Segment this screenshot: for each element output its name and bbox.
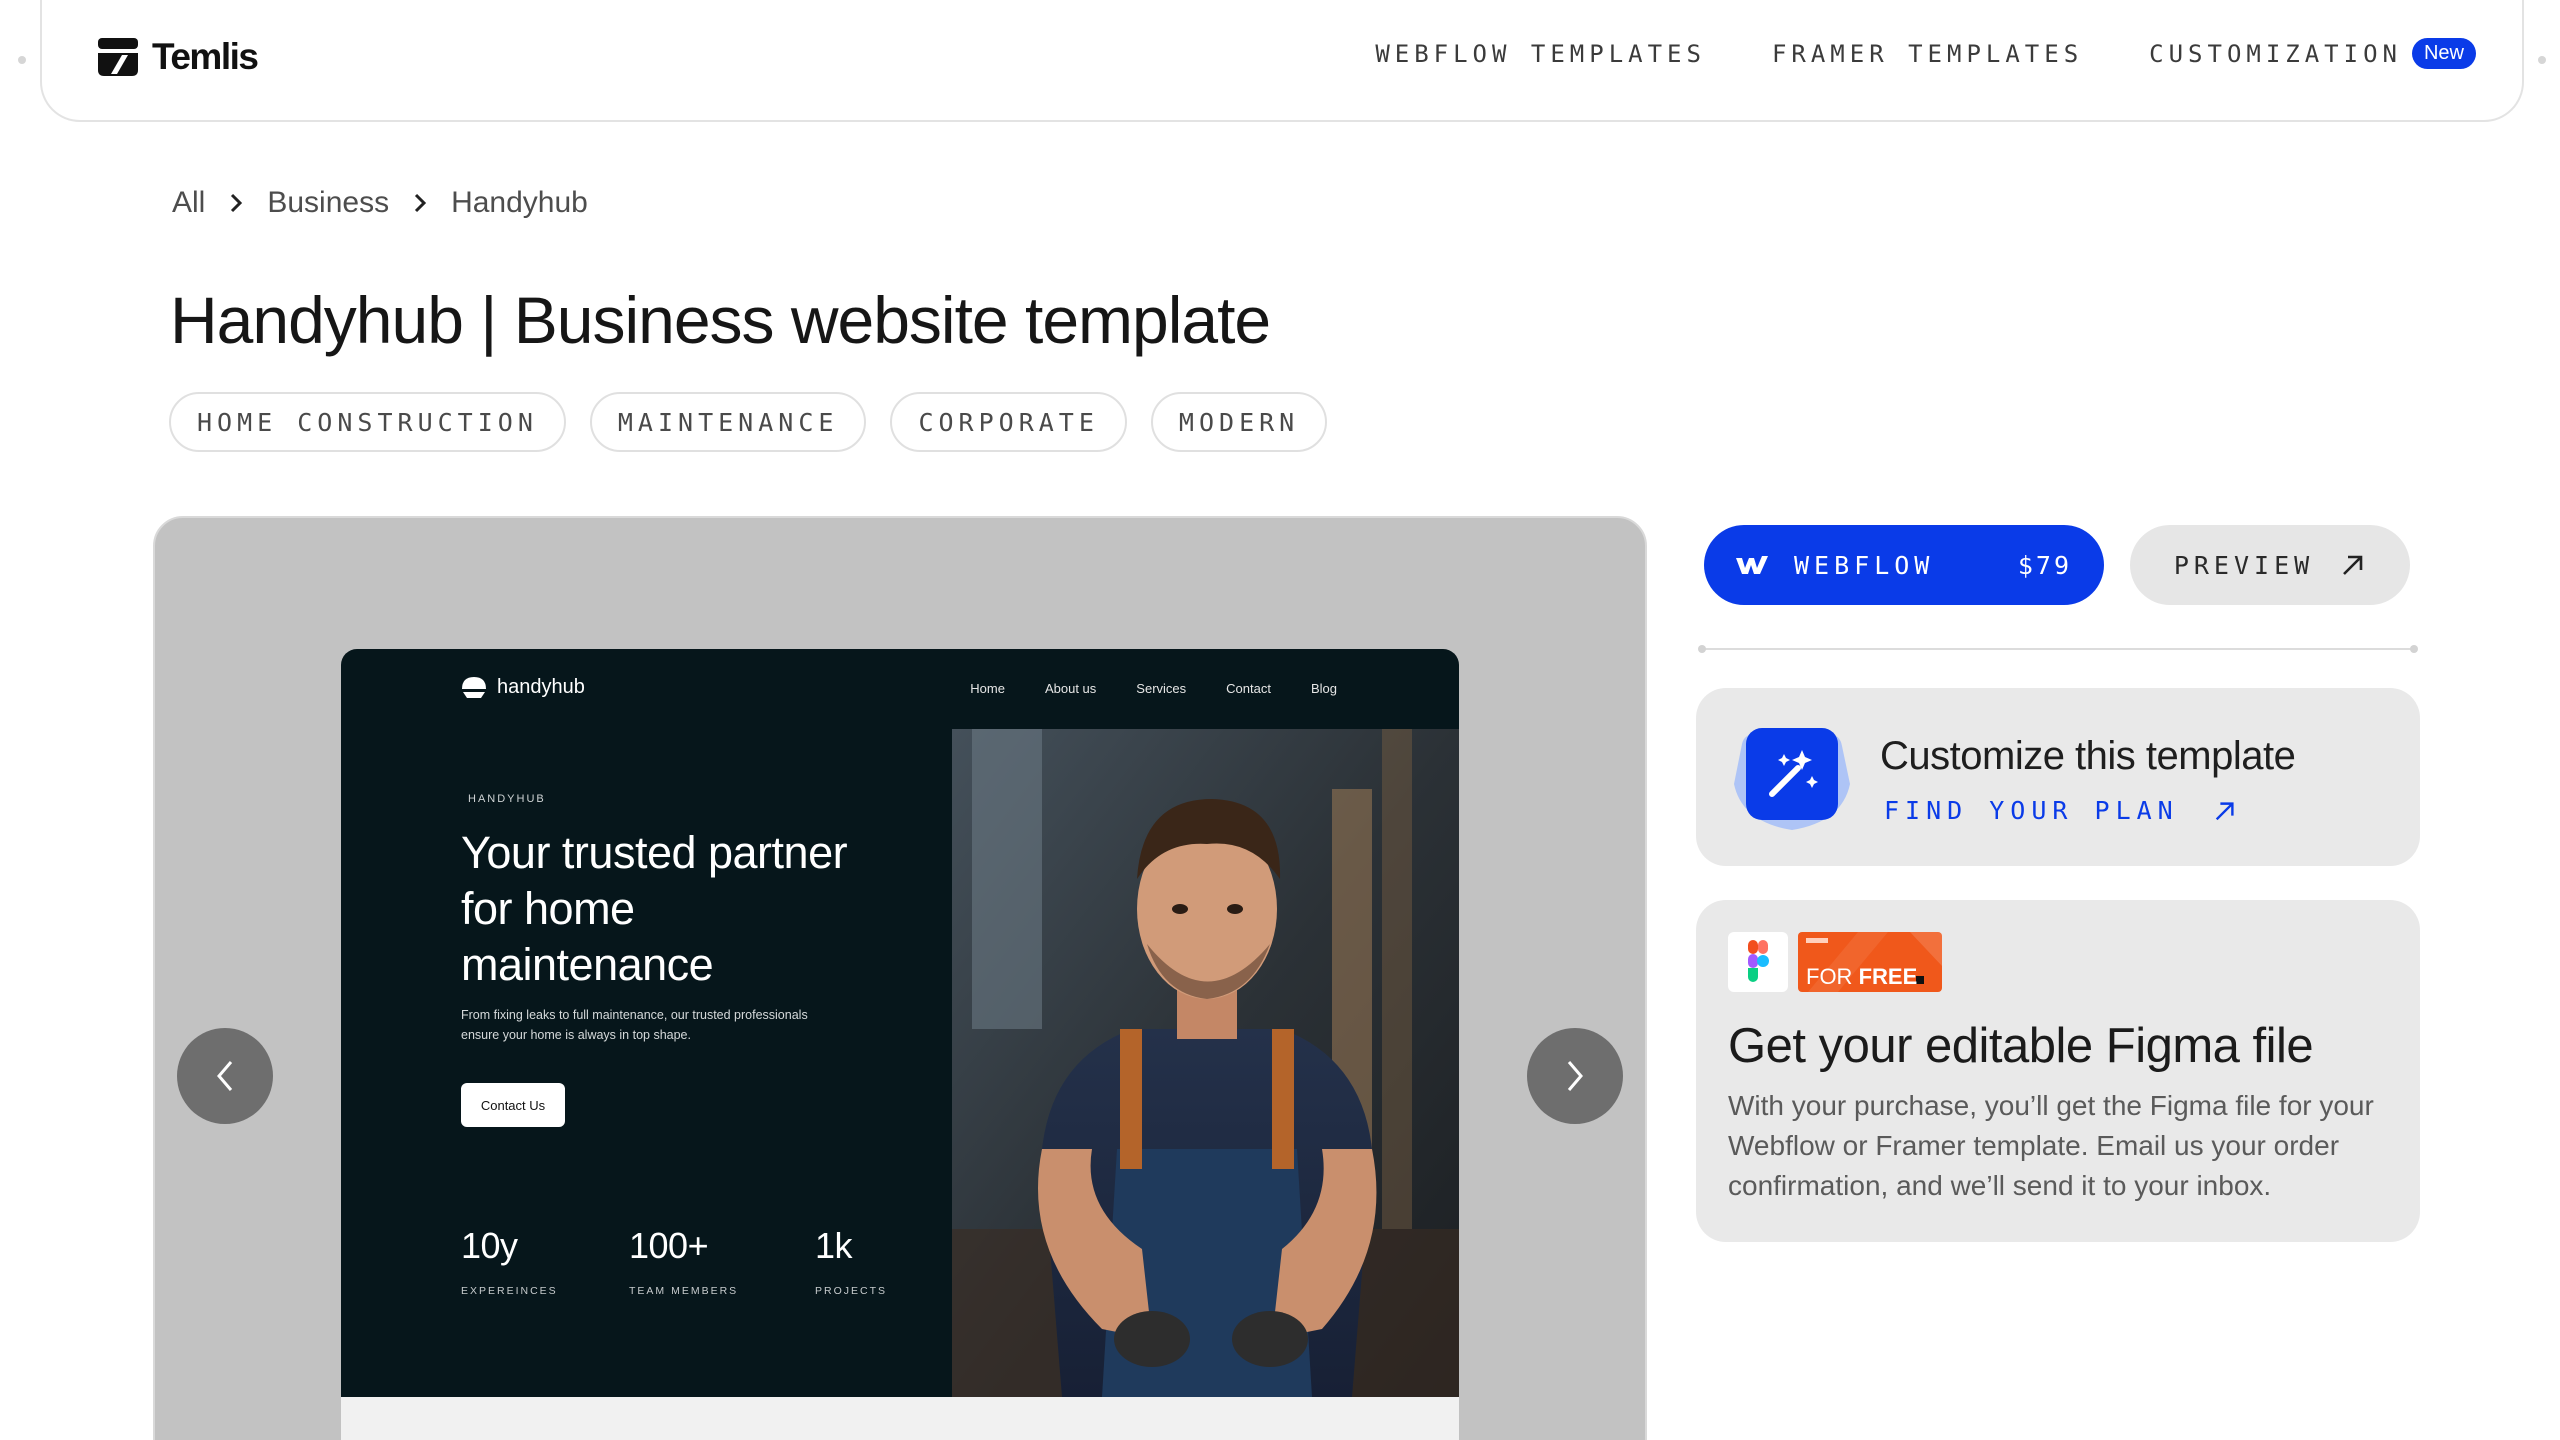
page-title: Handyhub | Business website template: [170, 283, 1271, 357]
carousel-prev-button[interactable]: [177, 1028, 273, 1124]
figma-card-title: Get your editable Figma file: [1728, 1019, 2314, 1073]
hero-photo: [952, 729, 1459, 1397]
customize-card[interactable]: Customize this template FIND YOUR PLAN: [1696, 688, 2420, 866]
nav-customization[interactable]: CUSTOMIZATION New: [2149, 38, 2476, 69]
breadcrumb-business[interactable]: Business: [267, 186, 389, 220]
customize-title: Customize this template: [1880, 734, 2296, 778]
site-logo-text: handyhub: [497, 675, 585, 698]
chevron-right-icon: [1567, 1061, 1583, 1091]
tag-home-construction[interactable]: HOME CONSTRUCTION: [169, 392, 566, 452]
template-screenshot: handyhub Home About us Services Contact …: [341, 649, 1459, 1440]
nav-customization-label: CUSTOMIZATION: [2149, 39, 2402, 68]
top-nav: Temlis WEBFLOW TEMPLATES FRAMER TEMPLATE…: [18, 0, 2546, 122]
buy-webflow-button[interactable]: WEBFLOW $79: [1704, 525, 2104, 605]
free-tag-prefix: FOR: [1806, 964, 1853, 989]
find-your-plan-link[interactable]: FIND YOUR PLAN: [1884, 796, 2237, 825]
figma-card-body: With your purchase, you’ll get the Figma…: [1728, 1090, 2374, 1201]
find-your-plan-label: FIND YOUR PLAN: [1884, 796, 2179, 825]
chevron-left-icon: [217, 1061, 233, 1091]
chevron-right-icon: [415, 193, 427, 213]
tag-modern[interactable]: MODERN: [1150, 392, 1328, 452]
arrow-up-right-icon: [2215, 801, 2234, 820]
brand-name: Temlis: [152, 36, 259, 77]
carousel-next-button[interactable]: [1527, 1028, 1623, 1124]
site-nav-item: About us: [1044, 681, 1097, 696]
site-stats: 10y EXPEREINCES 100+ TEAM MEMBERS 1k PRO…: [461, 1225, 887, 1297]
breadcrumb: All Business Handyhub: [172, 186, 588, 220]
stat-item: 10y EXPEREINCES: [461, 1225, 629, 1297]
arrow-up-right-icon: [2343, 555, 2363, 575]
live-preview-button[interactable]: PREVIEW: [2130, 525, 2410, 605]
customize-icon-wrap: [1732, 724, 1852, 834]
free-tag-text: FOR FREE: [1806, 964, 1917, 990]
brand-logo[interactable]: Temlis: [98, 36, 259, 78]
site-headline: Your trusted partner for home maintenanc…: [461, 827, 848, 990]
stat-item: 1k PROJECTS: [815, 1225, 887, 1297]
site-nav-item: Blog: [1310, 681, 1337, 696]
nav-dot-right: [2538, 56, 2546, 64]
tag-maintenance[interactable]: MAINTENANCE: [589, 392, 867, 452]
handyhub-logo-icon: [462, 677, 486, 698]
site-eyebrow: HANDYHUB: [468, 793, 546, 805]
chevron-right-icon: [231, 193, 243, 213]
stat-value: 100+: [629, 1225, 709, 1266]
site-nav-item: Services: [1136, 681, 1187, 696]
nav-links: WEBFLOW TEMPLATES FRAMER TEMPLATES CUSTO…: [1375, 38, 2476, 69]
buy-platform-label: WEBFLOW: [1794, 550, 1935, 580]
site-nav-item: Home: [970, 681, 1005, 696]
handyman-photo: [952, 729, 1459, 1397]
stat-value: 1k: [815, 1225, 853, 1266]
stat-label: EXPEREINCES: [461, 1285, 558, 1297]
site-contact-button: Contact Us: [461, 1083, 565, 1127]
figma-icon: [1728, 932, 1788, 992]
nav-webflow-templates[interactable]: WEBFLOW TEMPLATES: [1375, 40, 1706, 68]
preview-label: PREVIEW: [2173, 550, 2315, 580]
site-nav: Home About us Services Contact Blog: [970, 681, 1337, 696]
tag-corporate[interactable]: CORPORATE: [890, 392, 1127, 452]
stat-value: 10y: [461, 1225, 518, 1266]
stat-item: 100+ TEAM MEMBERS: [629, 1225, 815, 1297]
nav-framer-templates[interactable]: FRAMER TEMPLATES: [1772, 40, 2083, 68]
webflow-icon: [1736, 556, 1768, 574]
stat-label: TEAM MEMBERS: [629, 1285, 739, 1297]
breadcrumb-current: Handyhub: [451, 186, 588, 219]
new-badge: New: [2411, 38, 2476, 69]
figma-logo: [1748, 940, 1769, 982]
free-tag: FOR FREE: [1798, 932, 1942, 992]
breadcrumb-all[interactable]: All: [172, 186, 205, 220]
site-body-text: From fixing leaks to full maintenance, o…: [461, 1008, 808, 1042]
buy-price: $79: [2017, 550, 2072, 580]
free-tag-emphasis: FREE: [1858, 964, 1918, 989]
divider: [1698, 645, 2418, 653]
site-logo: handyhub: [461, 675, 585, 699]
site-next-section: [341, 1397, 1459, 1440]
figma-file-card: FOR FREE Get your editable Figma file Wi…: [1696, 900, 2420, 1242]
magic-wand-icon: [1734, 728, 1850, 830]
tag-list: HOME CONSTRUCTION MAINTENANCE CORPORATE …: [169, 392, 1328, 452]
temlis-logo-icon: [98, 38, 138, 76]
nav-dot-left: [18, 56, 26, 64]
site-nav-item: Contact: [1226, 681, 1271, 696]
stat-label: PROJECTS: [815, 1285, 888, 1297]
